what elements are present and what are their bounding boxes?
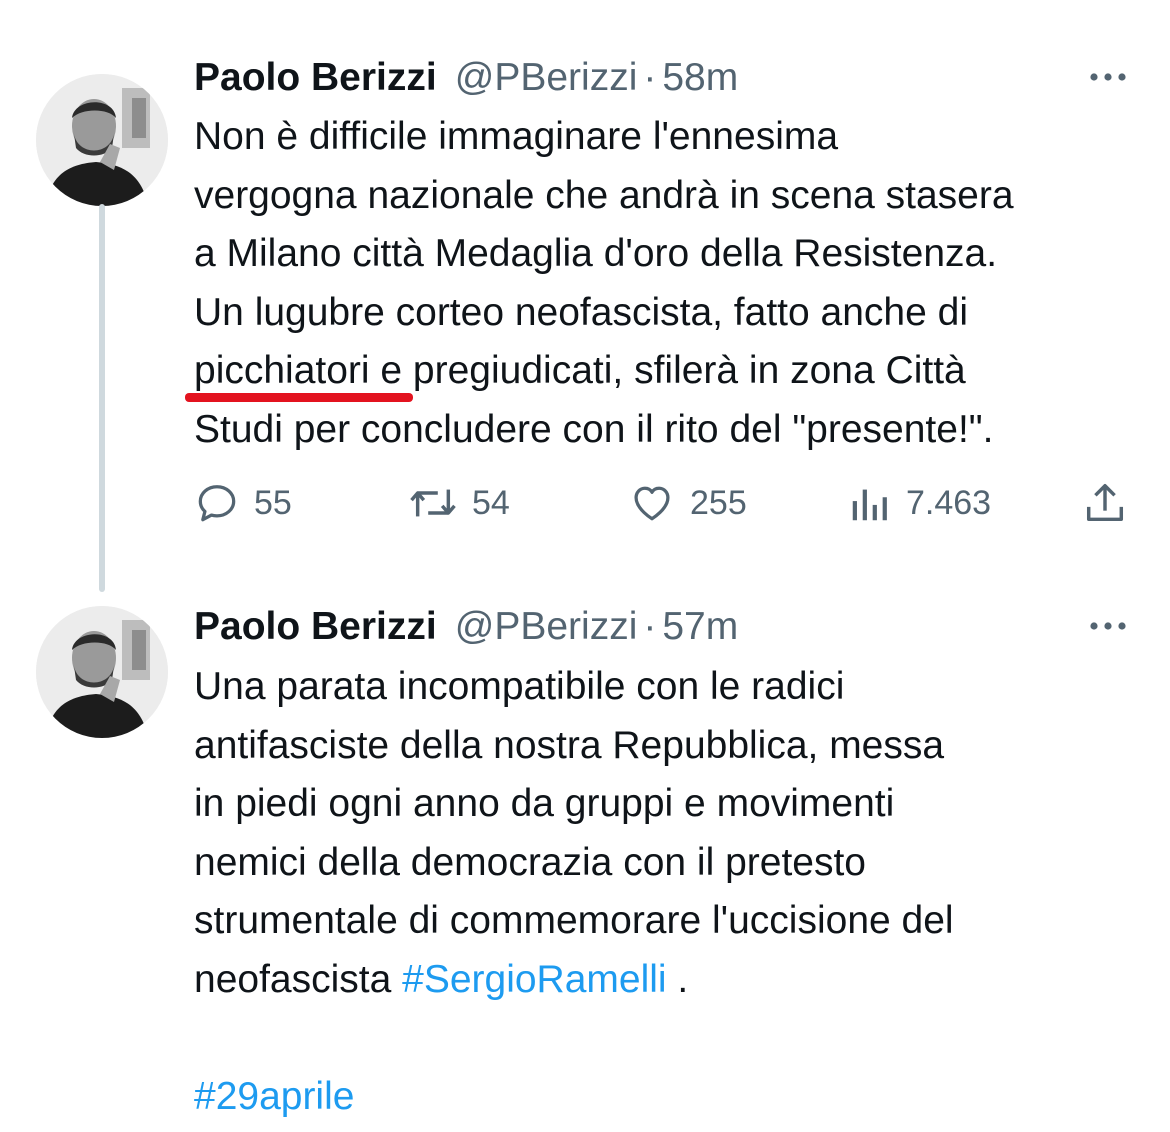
tweet-text-line: antifasciste della nostra Repubblica, me…	[194, 723, 945, 767]
views-icon	[852, 489, 887, 521]
like-count: 255	[690, 483, 747, 522]
separator-dot: ·	[643, 605, 657, 648]
like-button[interactable]: 255	[628, 478, 747, 528]
reply-icon	[198, 485, 236, 522]
tweet-text: Una parata incompatibile con le radici a…	[194, 658, 1144, 1126]
separator-dot: ·	[643, 56, 657, 99]
tweet-text-line: Non è difficile immaginare l'ennesima	[194, 115, 839, 158]
hashtag-link[interactable]: #SergioRamelli	[402, 958, 666, 1001]
share-button[interactable]	[1082, 478, 1128, 528]
retweet-count: 54	[472, 483, 510, 522]
tweet-text-fragment: neofascista	[194, 957, 403, 1001]
author-name[interactable]: Paolo Berizzi	[194, 597, 437, 657]
tweet-text-line: Una parata incompatibile con le radici	[194, 665, 845, 708]
heart-icon	[634, 486, 670, 521]
avatar[interactable]	[36, 606, 168, 738]
red-underline-annotation	[185, 393, 413, 402]
author-handle[interactable]: @PBerizzi	[455, 597, 638, 657]
timestamp[interactable]: 58m	[662, 48, 738, 108]
tweet-header: Paolo Berizzi @PBerizzi · 58m	[194, 48, 738, 108]
tweet-text-line: Studi per concludere con il rito del "pr…	[194, 407, 994, 451]
tweet-text-line: #29aprile	[194, 1068, 1144, 1127]
tweet-text-line: in piedi ogni anno da gruppi e movimenti	[194, 782, 895, 825]
tweet-text-line: neofascista #SergioRamelli .	[194, 951, 1144, 1010]
tweet-text-line: nemici della democrazia con il pretesto	[194, 840, 866, 884]
author-handle[interactable]: @PBerizzi	[455, 48, 638, 108]
tweet-text-line: Un lugubre corteo neofascista, fatto anc…	[194, 290, 968, 334]
tweet-text-line: picchiatori e pregiudicati, sfilerà in z…	[194, 349, 966, 392]
timestamp[interactable]: 57m	[662, 597, 738, 657]
retweet-button[interactable]: 54	[408, 478, 510, 528]
more-options-button[interactable]	[1086, 604, 1130, 648]
author-name[interactable]: Paolo Berizzi	[194, 48, 437, 108]
avatar-photo	[36, 606, 168, 738]
thread-line	[99, 204, 105, 592]
avatar-photo	[36, 74, 168, 206]
tweet[interactable]: Paolo Berizzi @PBerizzi · 58m Non è diff…	[0, 0, 1170, 600]
retweet-icon	[410, 489, 456, 517]
hashtag-link[interactable]: #29aprile	[194, 1075, 354, 1118]
tweet-header: Paolo Berizzi @PBerizzi · 57m	[194, 597, 738, 657]
views-button[interactable]: 7.463	[848, 478, 991, 528]
views-count: 7.463	[906, 483, 992, 522]
tweet-text-fragment: .	[666, 957, 689, 1001]
tweet-text: Non è difficile immaginare l'ennesima ve…	[194, 108, 1144, 459]
more-icon	[1090, 73, 1126, 81]
tweet-text-line: vergogna nazionale che andrà in scena st…	[194, 173, 1014, 217]
tweet[interactable]: Paolo Berizzi @PBerizzi · 57m Una parata…	[0, 600, 1170, 1132]
more-icon	[1090, 622, 1126, 630]
reply-count: 55	[254, 483, 292, 522]
share-icon	[1086, 484, 1124, 522]
tweet-actions: 55 54 255 7.463	[194, 478, 1134, 528]
reply-button[interactable]: 55	[194, 478, 292, 528]
tweet-text-line: a Milano città Medaglia d'oro della Resi…	[194, 232, 998, 275]
tweet-text-line: strumentale di commemorare l'uccisione d…	[194, 899, 954, 942]
avatar[interactable]	[36, 74, 168, 206]
more-options-button[interactable]	[1086, 55, 1130, 99]
